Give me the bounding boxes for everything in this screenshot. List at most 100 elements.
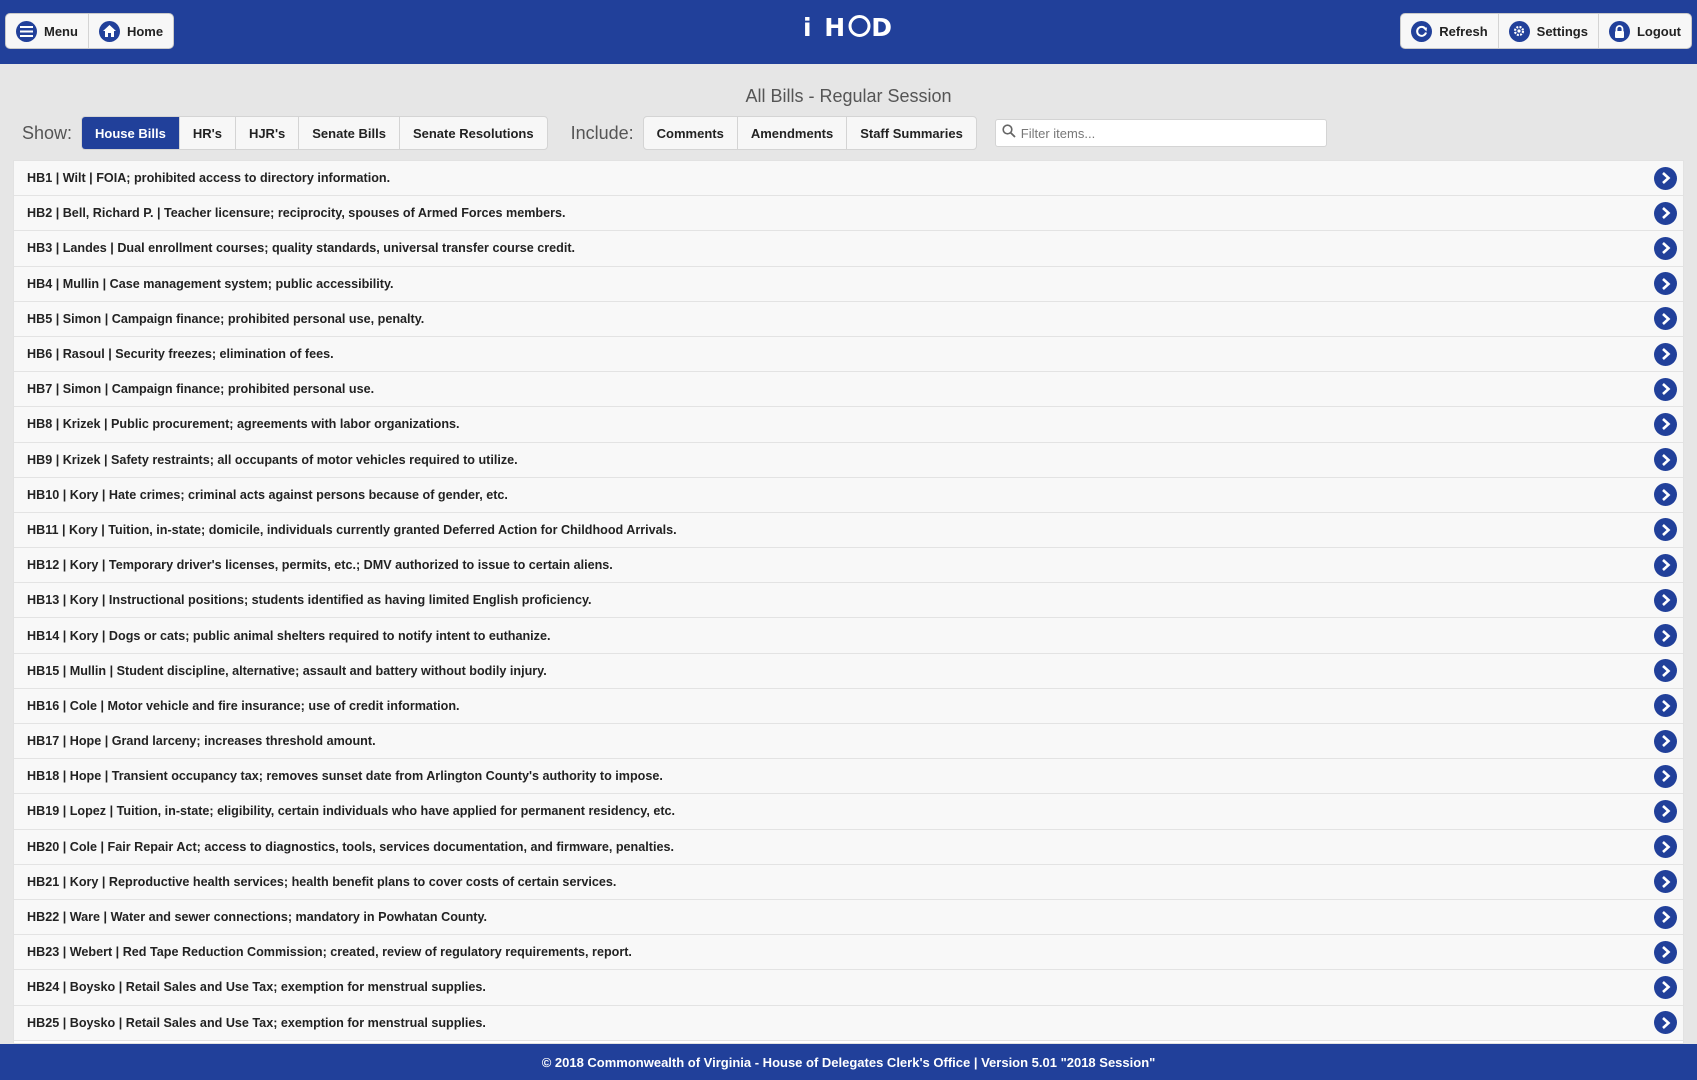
ihod-logo: i HD (803, 13, 894, 42)
refresh-icon (1411, 20, 1433, 42)
refresh-button[interactable]: Refresh (1401, 14, 1499, 48)
filter-toolbar: Show: House Bills HR's HJR's Senate Bill… (22, 116, 1327, 150)
bill-row[interactable]: HB9 | Krizek | Safety restraints; all oc… (14, 442, 1683, 478)
bill-row-text: HB11 | Kory | Tuition, in-state; domicil… (27, 522, 677, 537)
bill-row-text: HB14 | Kory | Dogs or cats; public anima… (27, 628, 551, 643)
bill-row-text: HB6 | Rasoul | Security freezes; elimina… (27, 347, 334, 362)
chevron-right-icon[interactable] (1654, 272, 1677, 296)
filter-search-box (994, 119, 1327, 147)
bill-row[interactable]: HB7 | Simon | Campaign finance; prohibit… (14, 372, 1683, 408)
chevron-right-icon[interactable] (1654, 835, 1677, 859)
show-hrs-button[interactable]: HR's (180, 117, 236, 149)
bill-row[interactable]: HB25 | Boysko | Retail Sales and Use Tax… (14, 1005, 1683, 1041)
chevron-right-icon[interactable] (1654, 729, 1677, 753)
menu-button[interactable]: Menu (6, 14, 89, 48)
bill-row-text: HB21 | Kory | Reproductive health servic… (27, 874, 617, 889)
chevron-right-icon[interactable] (1654, 553, 1677, 577)
menu-label: Menu (44, 23, 78, 39)
chevron-right-icon[interactable] (1654, 940, 1677, 964)
bill-row-text: HB9 | Krizek | Safety restraints; all oc… (27, 452, 518, 467)
chevron-right-icon[interactable] (1654, 377, 1677, 401)
home-icon (98, 20, 120, 42)
bill-row[interactable]: HB19 | Lopez | Tuition, in-state; eligib… (14, 794, 1683, 830)
bill-row[interactable]: HB24 | Boysko | Retail Sales and Use Tax… (14, 970, 1683, 1006)
include-comments-button[interactable]: Comments (644, 117, 738, 149)
include-segmented-control: Comments Amendments Staff Summaries (642, 116, 977, 150)
page-title: All Bills - Regular Session (745, 86, 952, 106)
show-senate-bills-button[interactable]: Senate Bills (299, 117, 400, 149)
bill-row-text: HB5 | Simon | Campaign finance; prohibit… (27, 311, 425, 326)
bill-row[interactable]: HB13 | Kory | Instructional positions; s… (14, 583, 1683, 619)
filter-items-input[interactable] (1020, 125, 1311, 141)
account-button-group: Refresh Settings Logout (1400, 13, 1692, 49)
show-label: Show: (22, 122, 73, 143)
chevron-right-icon[interactable] (1654, 1011, 1677, 1035)
chevron-right-icon[interactable] (1654, 483, 1677, 507)
home-button[interactable]: Home (89, 14, 173, 48)
bill-row-text: HB10 | Kory | Hate crimes; criminal acts… (27, 487, 508, 502)
bill-row-text: HB4 | Mullin | Case management system; p… (27, 276, 394, 291)
logout-button[interactable]: Logout (1599, 14, 1691, 48)
chevron-right-icon[interactable] (1654, 518, 1677, 542)
chevron-right-icon[interactable] (1654, 448, 1677, 472)
bill-row[interactable]: HB23 | Webert | Red Tape Reduction Commi… (14, 935, 1683, 971)
bill-row[interactable]: HB18 | Hope | Transient occupancy tax; r… (14, 759, 1683, 795)
bill-row-text: HB15 | Mullin | Student discipline, alte… (27, 663, 547, 678)
include-staff-summaries-button[interactable]: Staff Summaries (847, 117, 976, 149)
search-icon (1002, 123, 1016, 143)
chevron-right-icon[interactable] (1654, 236, 1677, 260)
chevron-right-icon[interactable] (1654, 799, 1677, 823)
settings-button[interactable]: Settings (1499, 14, 1599, 48)
bill-row-text: HB22 | Ware | Water and sewer connection… (27, 910, 488, 925)
bill-row[interactable]: HB1 | Wilt | FOIA; prohibited access to … (14, 161, 1683, 197)
bill-row[interactable]: HB8 | Krizek | Public procurement; agree… (14, 407, 1683, 443)
bill-row-text: HB19 | Lopez | Tuition, in-state; eligib… (27, 804, 676, 819)
chevron-right-icon[interactable] (1654, 694, 1677, 718)
bill-row-text: HB13 | Kory | Instructional positions; s… (27, 593, 592, 608)
include-label: Include: (570, 122, 634, 143)
bill-row[interactable]: HB22 | Ware | Water and sewer connection… (14, 899, 1683, 936)
chevron-right-icon[interactable] (1654, 764, 1677, 788)
chevron-right-icon[interactable] (1654, 307, 1677, 331)
bill-row-text: HB2 | Bell, Richard P. | Teacher licensu… (27, 206, 566, 221)
show-hjrs-button[interactable]: HJR's (236, 117, 300, 149)
bill-row[interactable]: HB5 | Simon | Campaign finance; prohibit… (14, 301, 1683, 337)
chevron-right-icon[interactable] (1654, 659, 1677, 683)
bill-row-text: HB7 | Simon | Campaign finance; prohibit… (27, 382, 375, 397)
home-label: Home (126, 23, 164, 39)
chevron-right-icon[interactable] (1654, 588, 1677, 612)
bill-row[interactable]: HB16 | Cole | Motor vehicle and fire ins… (14, 688, 1683, 724)
chevron-right-icon[interactable] (1654, 870, 1677, 894)
chevron-right-icon[interactable] (1654, 342, 1677, 366)
logo-text-left: i H (803, 13, 848, 42)
show-senate-resolutions-button[interactable]: Senate Resolutions (400, 117, 547, 149)
bill-row[interactable]: HB20 | Cole | Fair Repair Act; access to… (14, 829, 1683, 865)
bill-row-text: HB24 | Boysko | Retail Sales and Use Tax… (27, 980, 486, 995)
bill-row[interactable]: HB11 | Kory | Tuition, in-state; domicil… (14, 512, 1683, 549)
bill-row[interactable]: HB21 | Kory | Reproductive health servic… (14, 864, 1683, 900)
bill-row-text: HB25 | Boysko | Retail Sales and Use Tax… (27, 1015, 486, 1030)
bill-row-text: HB18 | Hope | Transient occupancy tax; r… (27, 769, 663, 784)
bill-row[interactable]: HB4 | Mullin | Case management system; p… (14, 266, 1683, 302)
lock-icon (1608, 20, 1630, 42)
show-house-bills-button[interactable]: House Bills (82, 117, 180, 149)
bill-row[interactable]: HB14 | Kory | Dogs or cats; public anima… (14, 618, 1683, 654)
chevron-right-icon[interactable] (1654, 412, 1677, 436)
chevron-right-icon[interactable] (1654, 201, 1677, 225)
include-amendments-button[interactable]: Amendments (738, 117, 848, 149)
chevron-right-icon[interactable] (1654, 166, 1677, 190)
bill-list: HB1 | Wilt | FOIA; prohibited access to … (13, 160, 1684, 1044)
chevron-right-icon[interactable] (1654, 975, 1677, 999)
bill-row[interactable]: HB10 | Kory | Hate crimes; criminal acts… (14, 477, 1683, 513)
bill-row[interactable]: HB6 | Rasoul | Security freezes; elimina… (14, 336, 1683, 373)
footer-copyright: © 2018 Commonwealth of Virginia - House … (0, 1044, 1697, 1080)
bill-row[interactable]: HB17 | Hope | Grand larceny; increases t… (14, 724, 1683, 760)
bill-row[interactable]: HB3 | Landes | Dual enrollment courses; … (14, 231, 1683, 267)
bill-row[interactable]: HB2 | Bell, Richard P. | Teacher licensu… (14, 196, 1683, 232)
chevron-right-icon[interactable] (1654, 905, 1677, 929)
bill-row-text: HB23 | Webert | Red Tape Reduction Commi… (27, 945, 632, 960)
bill-row[interactable]: HB15 | Mullin | Student discipline, alte… (14, 653, 1683, 689)
bill-row-text: HB8 | Krizek | Public procurement; agree… (27, 417, 460, 432)
chevron-right-icon[interactable] (1654, 624, 1677, 648)
bill-row[interactable]: HB12 | Kory | Temporary driver's license… (14, 548, 1683, 584)
